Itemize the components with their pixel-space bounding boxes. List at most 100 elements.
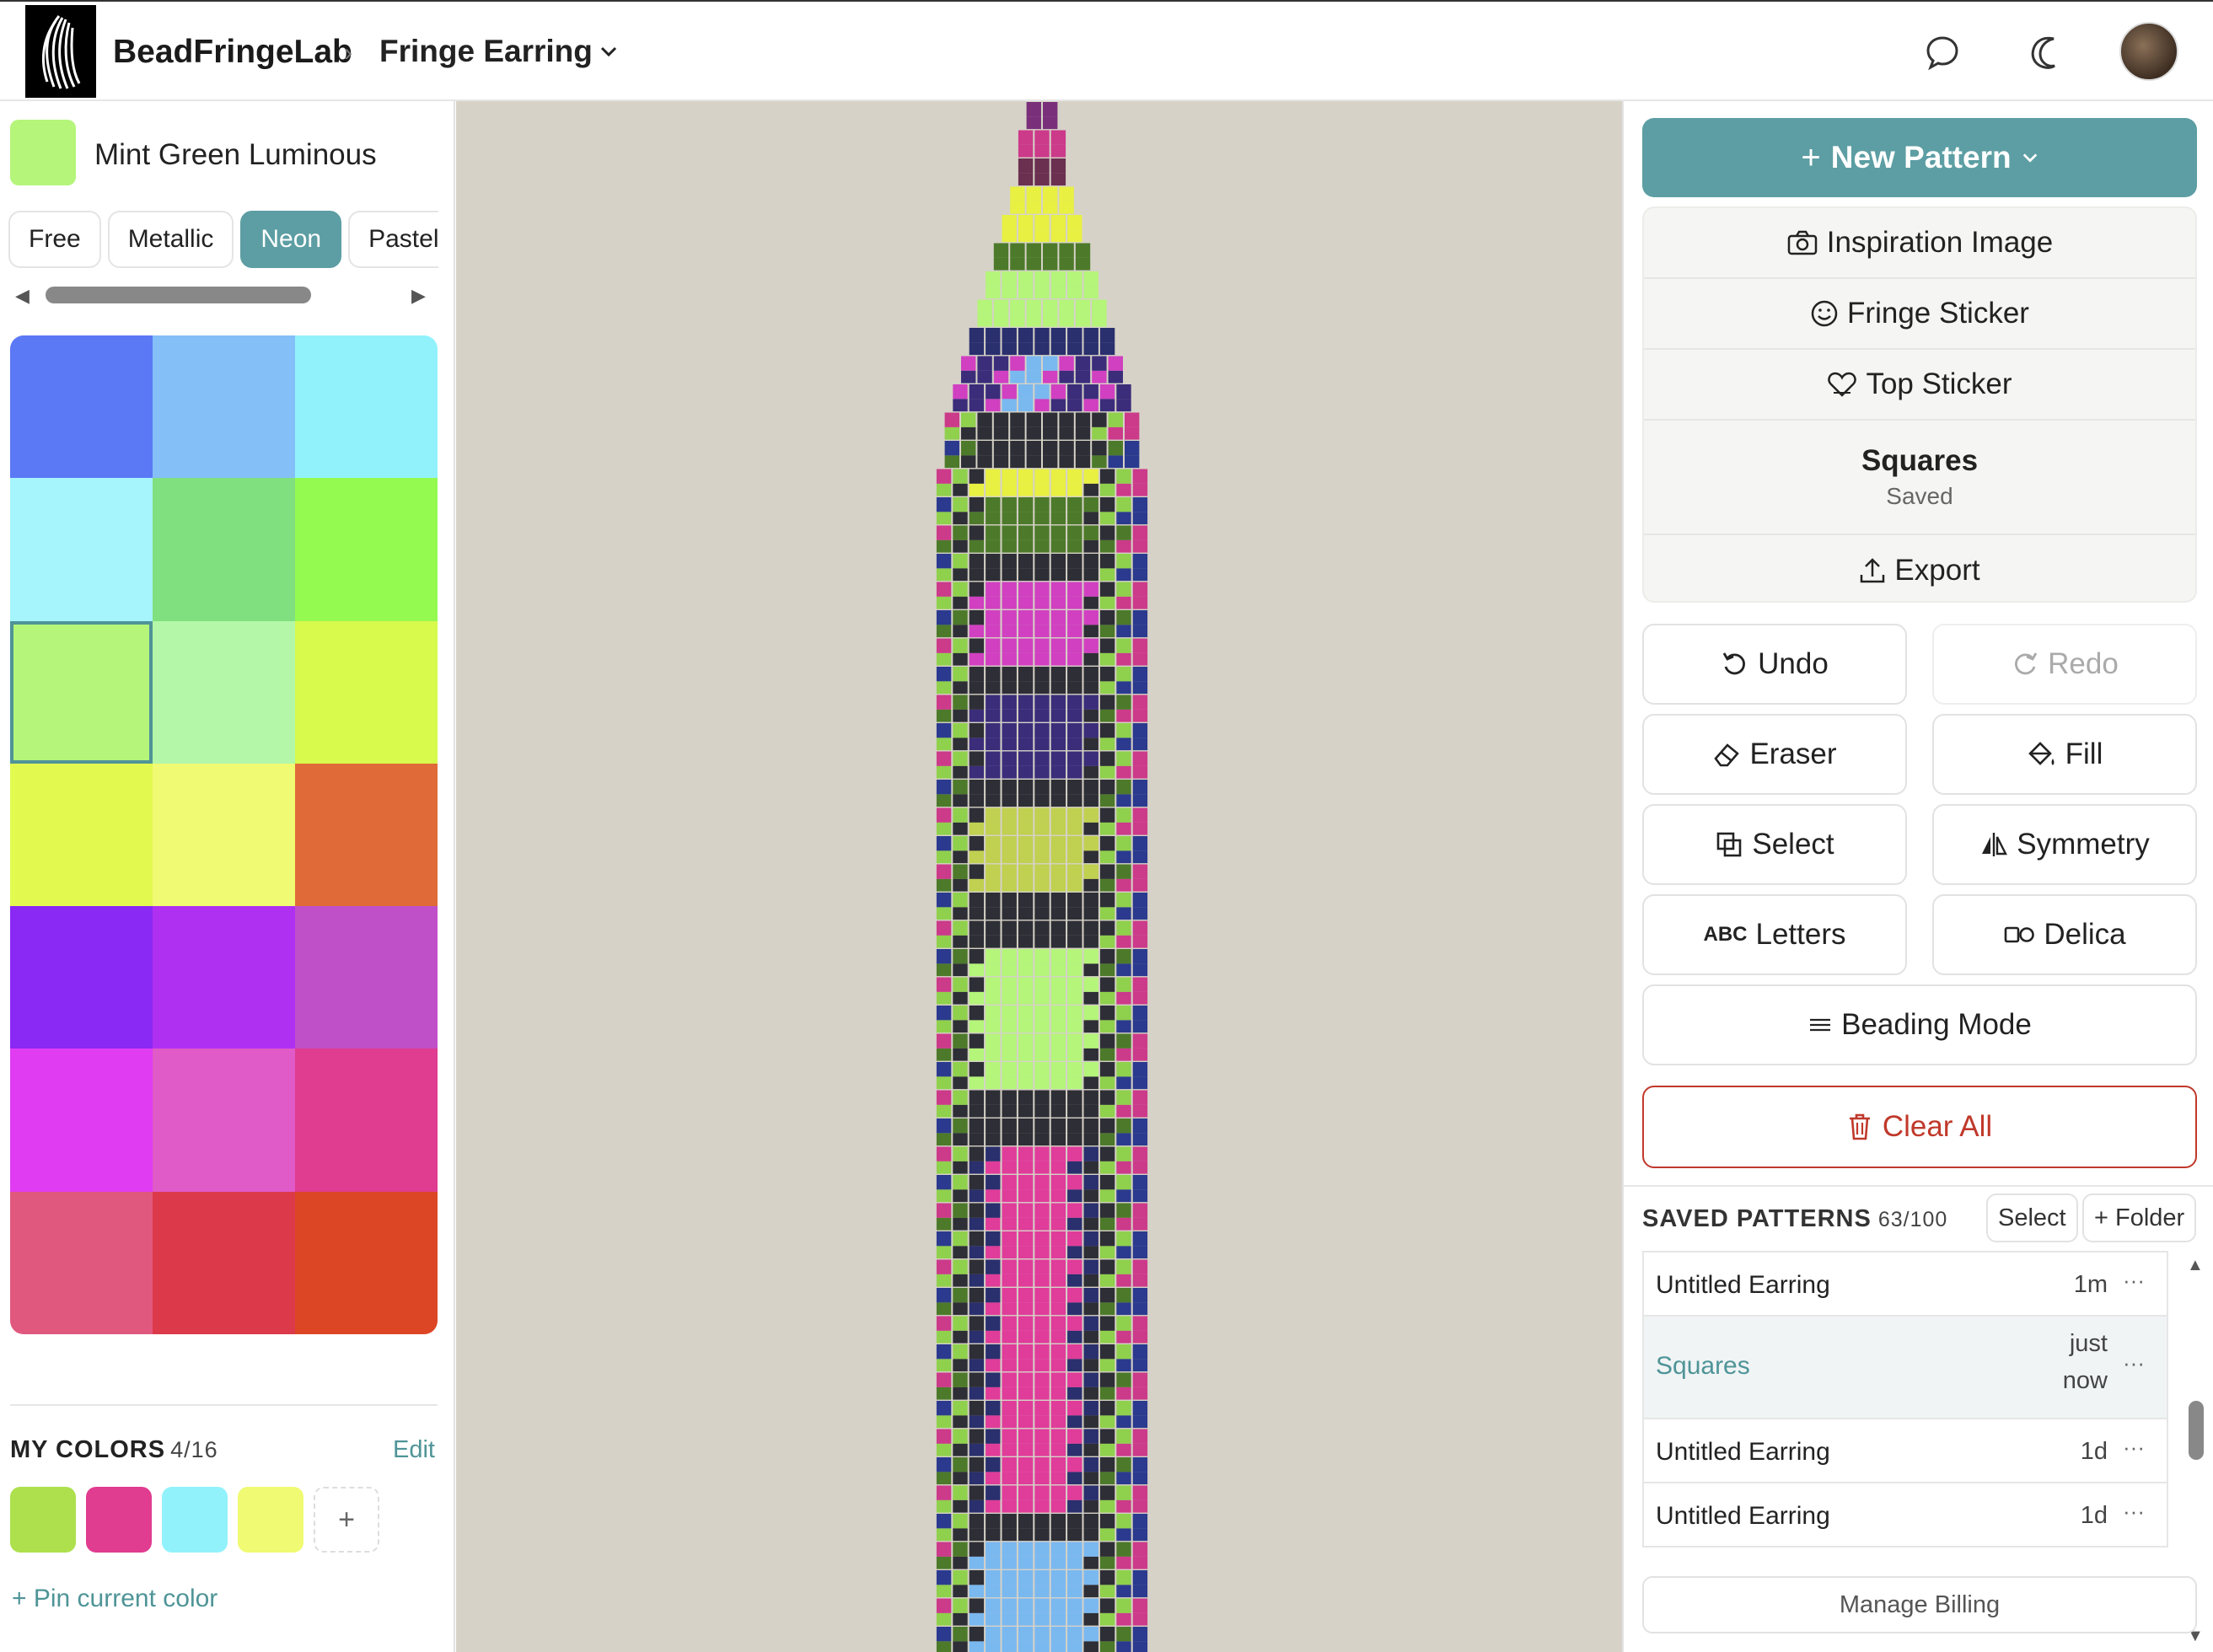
palette-swatch[interactable] xyxy=(153,335,295,479)
palette-swatch[interactable] xyxy=(153,763,295,907)
redo-button[interactable]: Redo xyxy=(1932,624,2197,705)
add-my-color-button[interactable]: + xyxy=(314,1487,379,1553)
palette-swatch[interactable] xyxy=(10,478,153,621)
bead xyxy=(1018,1542,1034,1557)
moon-icon[interactable] xyxy=(2023,29,2071,76)
my-color-swatch[interactable] xyxy=(162,1487,228,1553)
edit-my-colors-link[interactable]: Edit xyxy=(393,1436,435,1464)
my-color-swatch[interactable] xyxy=(10,1487,76,1553)
palette-swatch[interactable] xyxy=(295,1191,438,1334)
palette-swatch[interactable] xyxy=(10,335,153,479)
pin-current-color-button[interactable]: + Pin current color xyxy=(12,1585,218,1613)
bead xyxy=(1050,1472,1066,1485)
palette-swatch[interactable] xyxy=(295,906,438,1049)
pattern-selector[interactable]: Fringe Earring xyxy=(379,34,618,69)
bead xyxy=(1092,314,1107,327)
inspiration-image-item[interactable]: Inspiration Image xyxy=(1644,208,2195,279)
bead xyxy=(936,1033,952,1049)
manage-billing-button[interactable]: Manage Billing xyxy=(1642,1576,2197,1633)
saved-pattern-row[interactable]: Untitled Earring 1d ··· xyxy=(1642,1419,2168,1483)
bead-canvas[interactable] xyxy=(456,101,1622,1652)
fill-button[interactable]: Fill xyxy=(1932,714,2197,795)
bead xyxy=(1099,1542,1115,1557)
bead xyxy=(986,384,1001,400)
palette-swatch[interactable] xyxy=(153,906,295,1049)
saved-pattern-row[interactable]: Untitled Earring 1d ··· xyxy=(1642,1483,2168,1547)
bead xyxy=(1010,186,1025,201)
palette-swatch[interactable] xyxy=(10,1191,153,1334)
select-button[interactable]: Select xyxy=(1642,804,1907,885)
bead xyxy=(1018,328,1034,343)
bead xyxy=(1132,497,1148,512)
bead xyxy=(1050,709,1066,722)
bead xyxy=(1116,1542,1131,1557)
palette-swatch[interactable] xyxy=(10,620,153,764)
bead xyxy=(1132,652,1148,666)
bead xyxy=(969,1344,985,1360)
more-options-icon[interactable]: ··· xyxy=(2123,1435,2145,1461)
delica-button[interactable]: Delica xyxy=(1932,894,2197,975)
eraser-button[interactable]: Eraser xyxy=(1642,714,1907,795)
my-color-swatch[interactable] xyxy=(238,1487,303,1553)
app-logo[interactable] xyxy=(25,5,96,98)
avatar[interactable] xyxy=(2119,22,2178,81)
palette-swatch[interactable] xyxy=(295,1049,438,1192)
bead xyxy=(953,935,968,948)
bead-pattern[interactable] xyxy=(456,101,1622,1652)
palette-swatch[interactable] xyxy=(295,763,438,907)
tab-neon[interactable]: Neon xyxy=(240,211,342,268)
app-name[interactable]: BeadFringeLab xyxy=(113,34,352,71)
more-options-icon[interactable]: ··· xyxy=(2123,1499,2145,1525)
export-item[interactable]: Export xyxy=(1644,535,2195,601)
chat-icon[interactable] xyxy=(1919,29,1966,76)
bead xyxy=(1034,497,1050,512)
bead xyxy=(1125,426,1140,440)
new-pattern-button[interactable]: + New Pattern xyxy=(1642,118,2197,197)
palette-swatch[interactable] xyxy=(153,478,295,621)
bead xyxy=(1018,864,1034,879)
saved-list-scrollbar[interactable]: ▲ ▼ xyxy=(2187,1256,2205,1645)
tab-pastel[interactable]: Pastel xyxy=(348,211,438,268)
bead xyxy=(986,780,1001,795)
select-patterns-button[interactable]: Select xyxy=(1986,1193,2078,1242)
scroll-thumb[interactable] xyxy=(2189,1401,2204,1460)
symmetry-button[interactable]: Symmetry xyxy=(1932,804,2197,885)
palette-swatch[interactable] xyxy=(153,620,295,764)
palette-swatch[interactable] xyxy=(10,1049,153,1192)
new-folder-button[interactable]: + Folder xyxy=(2082,1193,2197,1242)
tabs-scrollbar[interactable]: ◀ ▶ xyxy=(12,280,433,307)
scroll-left-arrow-icon[interactable]: ◀ xyxy=(15,285,30,307)
letters-button[interactable]: ABC Letters xyxy=(1642,894,1907,975)
tab-free[interactable]: Free xyxy=(8,211,101,268)
fringe-sticker-item[interactable]: Fringe Sticker xyxy=(1644,279,2195,350)
scroll-right-arrow-icon[interactable]: ▶ xyxy=(411,285,426,307)
current-pattern-item[interactable]: Squares Saved xyxy=(1644,421,2195,535)
bead xyxy=(936,1542,952,1557)
bead xyxy=(953,1161,968,1174)
beading-mode-button[interactable]: Beading Mode xyxy=(1642,984,2197,1065)
bead xyxy=(1050,907,1066,920)
scroll-thumb[interactable] xyxy=(46,287,311,303)
top-sticker-item[interactable]: Top Sticker xyxy=(1644,350,2195,421)
saved-pattern-row[interactable]: Squares just now ··· xyxy=(1642,1317,2168,1419)
palette-swatch[interactable] xyxy=(10,906,153,1049)
bead xyxy=(1132,780,1148,795)
palette-swatch[interactable] xyxy=(153,1049,295,1192)
palette-swatch[interactable] xyxy=(295,335,438,479)
palette-swatch[interactable] xyxy=(295,478,438,621)
more-options-icon[interactable]: ··· xyxy=(2123,1350,2145,1376)
bead xyxy=(1099,807,1115,823)
bead xyxy=(1067,1090,1082,1105)
palette-swatch[interactable] xyxy=(10,763,153,907)
saved-pattern-row[interactable]: Untitled Earring 1m ··· xyxy=(1642,1252,2168,1317)
more-options-icon[interactable]: ··· xyxy=(2123,1268,2145,1294)
clear-all-button[interactable]: Clear All xyxy=(1642,1086,2197,1168)
my-color-swatch[interactable] xyxy=(86,1487,152,1553)
palette-swatch[interactable] xyxy=(153,1191,295,1334)
scroll-up-arrow-icon[interactable]: ▲ xyxy=(2187,1256,2204,1275)
undo-button[interactable]: Undo xyxy=(1642,624,1907,705)
bead xyxy=(969,1118,985,1134)
bead xyxy=(986,893,1001,908)
palette-swatch[interactable] xyxy=(295,620,438,764)
tab-metallic[interactable]: Metallic xyxy=(107,211,234,268)
